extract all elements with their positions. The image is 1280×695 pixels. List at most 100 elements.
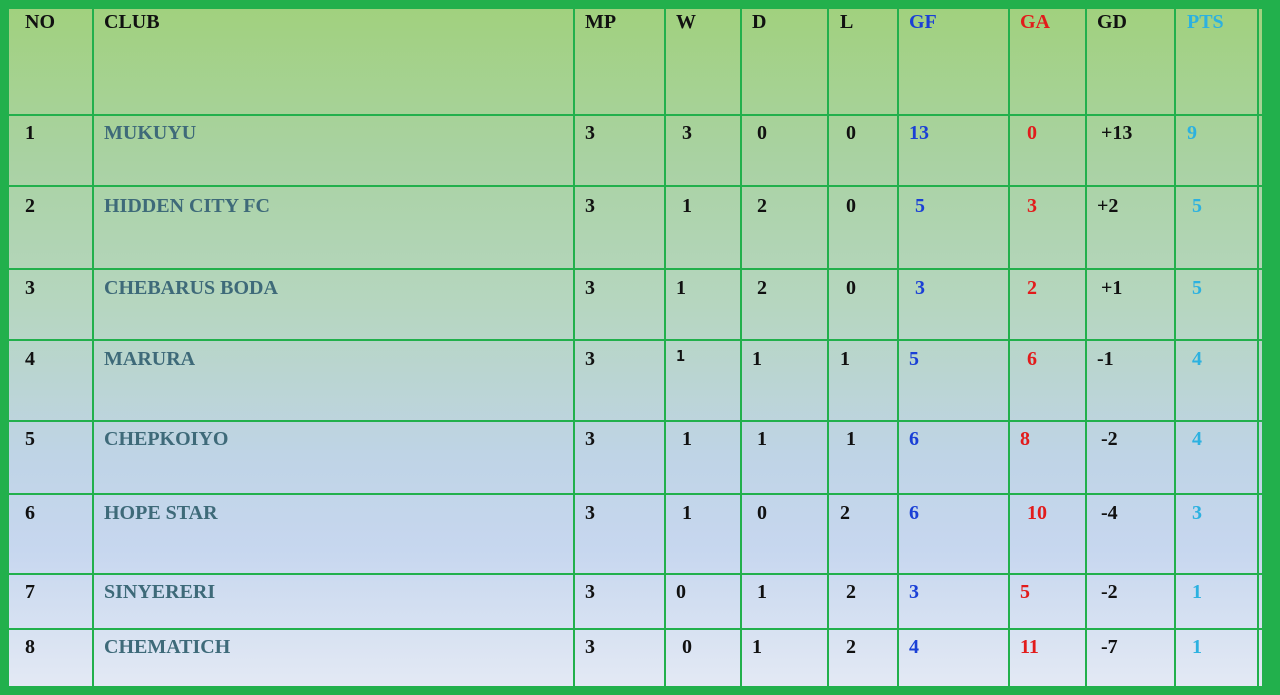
grid-line (1008, 9, 1010, 686)
l-cell: 1 (840, 348, 850, 370)
d-cell: 1 (757, 581, 767, 603)
grid-line (897, 9, 899, 686)
grid-line (9, 573, 1262, 575)
gd-cell: -2 (1101, 428, 1118, 450)
rank-cell: 6 (25, 502, 35, 524)
rank-cell: 3 (25, 277, 35, 299)
grid-line (1257, 9, 1259, 686)
grid-line (664, 9, 666, 686)
header-club: CLUB (104, 11, 160, 33)
gd-cell: -2 (1101, 581, 1118, 603)
club-name-cell: MARURA (104, 348, 196, 370)
gf-cell: 5 (915, 195, 925, 217)
gf-cell: 13 (909, 122, 929, 144)
standings-table: NO CLUB MP W D L GF GA GD PTS 1 MUKUYU 3… (0, 0, 1280, 695)
grid-line (1085, 9, 1087, 686)
w-cell: 1 (682, 428, 692, 450)
mp-cell: 3 (585, 348, 595, 370)
gf-cell: 6 (909, 428, 919, 450)
l-cell: 2 (846, 581, 856, 603)
header-no: NO (25, 11, 55, 33)
header-gd: GD (1097, 11, 1127, 33)
grid-line (740, 9, 742, 686)
pts-cell: 9 (1187, 122, 1197, 144)
gf-cell: 3 (915, 277, 925, 299)
l-cell: 2 (846, 636, 856, 658)
club-name-cell: MUKUYU (104, 122, 197, 144)
rank-cell: 5 (25, 428, 35, 450)
grid-line (9, 185, 1262, 187)
club-name-cell: CHEPKOIYO (104, 428, 229, 450)
w-cell: 1 (682, 195, 692, 217)
w-cell: 3 (682, 122, 692, 144)
grid-line (9, 268, 1262, 270)
mp-cell: 3 (585, 277, 595, 299)
ga-cell: 11 (1020, 636, 1039, 658)
grid-line (9, 420, 1262, 422)
rank-cell: 7 (25, 581, 35, 603)
gf-cell: 4 (909, 636, 919, 658)
club-name-cell: CHEBARUS BODA (104, 277, 278, 299)
ga-cell: 3 (1027, 195, 1037, 217)
gf-cell: 3 (909, 581, 919, 603)
mp-cell: 3 (585, 636, 595, 658)
l-cell: 0 (846, 122, 856, 144)
ga-cell: 6 (1027, 348, 1037, 370)
ga-cell: 5 (1020, 581, 1030, 603)
rank-cell: 1 (25, 122, 35, 144)
gd-cell: +13 (1101, 122, 1133, 144)
club-name-cell: HOPE STAR (104, 502, 218, 524)
ga-cell: 10 (1027, 502, 1047, 524)
l-cell: 2 (840, 502, 850, 524)
pts-cell: 1 (1192, 636, 1202, 658)
d-cell: 2 (757, 195, 767, 217)
w-cell: 0 (676, 581, 686, 603)
grid-line (827, 9, 829, 686)
pts-cell: 4 (1192, 348, 1202, 370)
header-ga: GA (1020, 11, 1050, 33)
d-cell: 0 (757, 122, 767, 144)
gf-cell: 5 (909, 348, 919, 370)
w-cell: 1 (676, 277, 686, 299)
d-cell: 1 (757, 428, 767, 450)
rank-cell: 2 (25, 195, 35, 217)
mp-cell: 3 (585, 428, 595, 450)
mp-cell: 3 (585, 195, 595, 217)
d-cell: 1 (752, 636, 762, 658)
ga-cell: 2 (1027, 277, 1037, 299)
gd-cell: -7 (1101, 636, 1118, 658)
grid-line (9, 114, 1262, 116)
club-name-cell: CHEMATICH (104, 636, 231, 658)
header-pts: PTS (1187, 11, 1224, 33)
club-name-cell: HIDDEN CITY FC (104, 195, 270, 217)
grid-line (573, 9, 575, 686)
gf-cell: 6 (909, 502, 919, 524)
gd-cell: -1 (1097, 348, 1114, 370)
grid-line (9, 339, 1262, 341)
pts-cell: 4 (1192, 428, 1202, 450)
w-cell: 1 (682, 502, 692, 524)
header-w: W (676, 11, 696, 33)
header-mp: MP (585, 11, 617, 33)
gd-cell: +2 (1097, 195, 1119, 217)
grid-line (1174, 9, 1176, 686)
w-cell: 0 (682, 636, 692, 658)
rank-cell: 8 (25, 636, 35, 658)
l-cell: 1 (846, 428, 856, 450)
grid-line (9, 628, 1262, 630)
w-cell: 1 (676, 347, 686, 365)
club-name-cell: SINYERERI (104, 581, 216, 603)
mp-cell: 3 (585, 122, 595, 144)
header-d: D (752, 11, 767, 33)
pts-cell: 3 (1192, 502, 1202, 524)
pts-cell: 5 (1192, 195, 1202, 217)
ga-cell: 8 (1020, 428, 1030, 450)
ga-cell: 0 (1027, 122, 1037, 144)
d-cell: 0 (757, 502, 767, 524)
gd-cell: +1 (1101, 277, 1123, 299)
pts-cell: 5 (1192, 277, 1202, 299)
header-gf: GF (909, 11, 937, 33)
mp-cell: 3 (585, 581, 595, 603)
rank-cell: 4 (25, 348, 35, 370)
grid-line (9, 493, 1262, 495)
